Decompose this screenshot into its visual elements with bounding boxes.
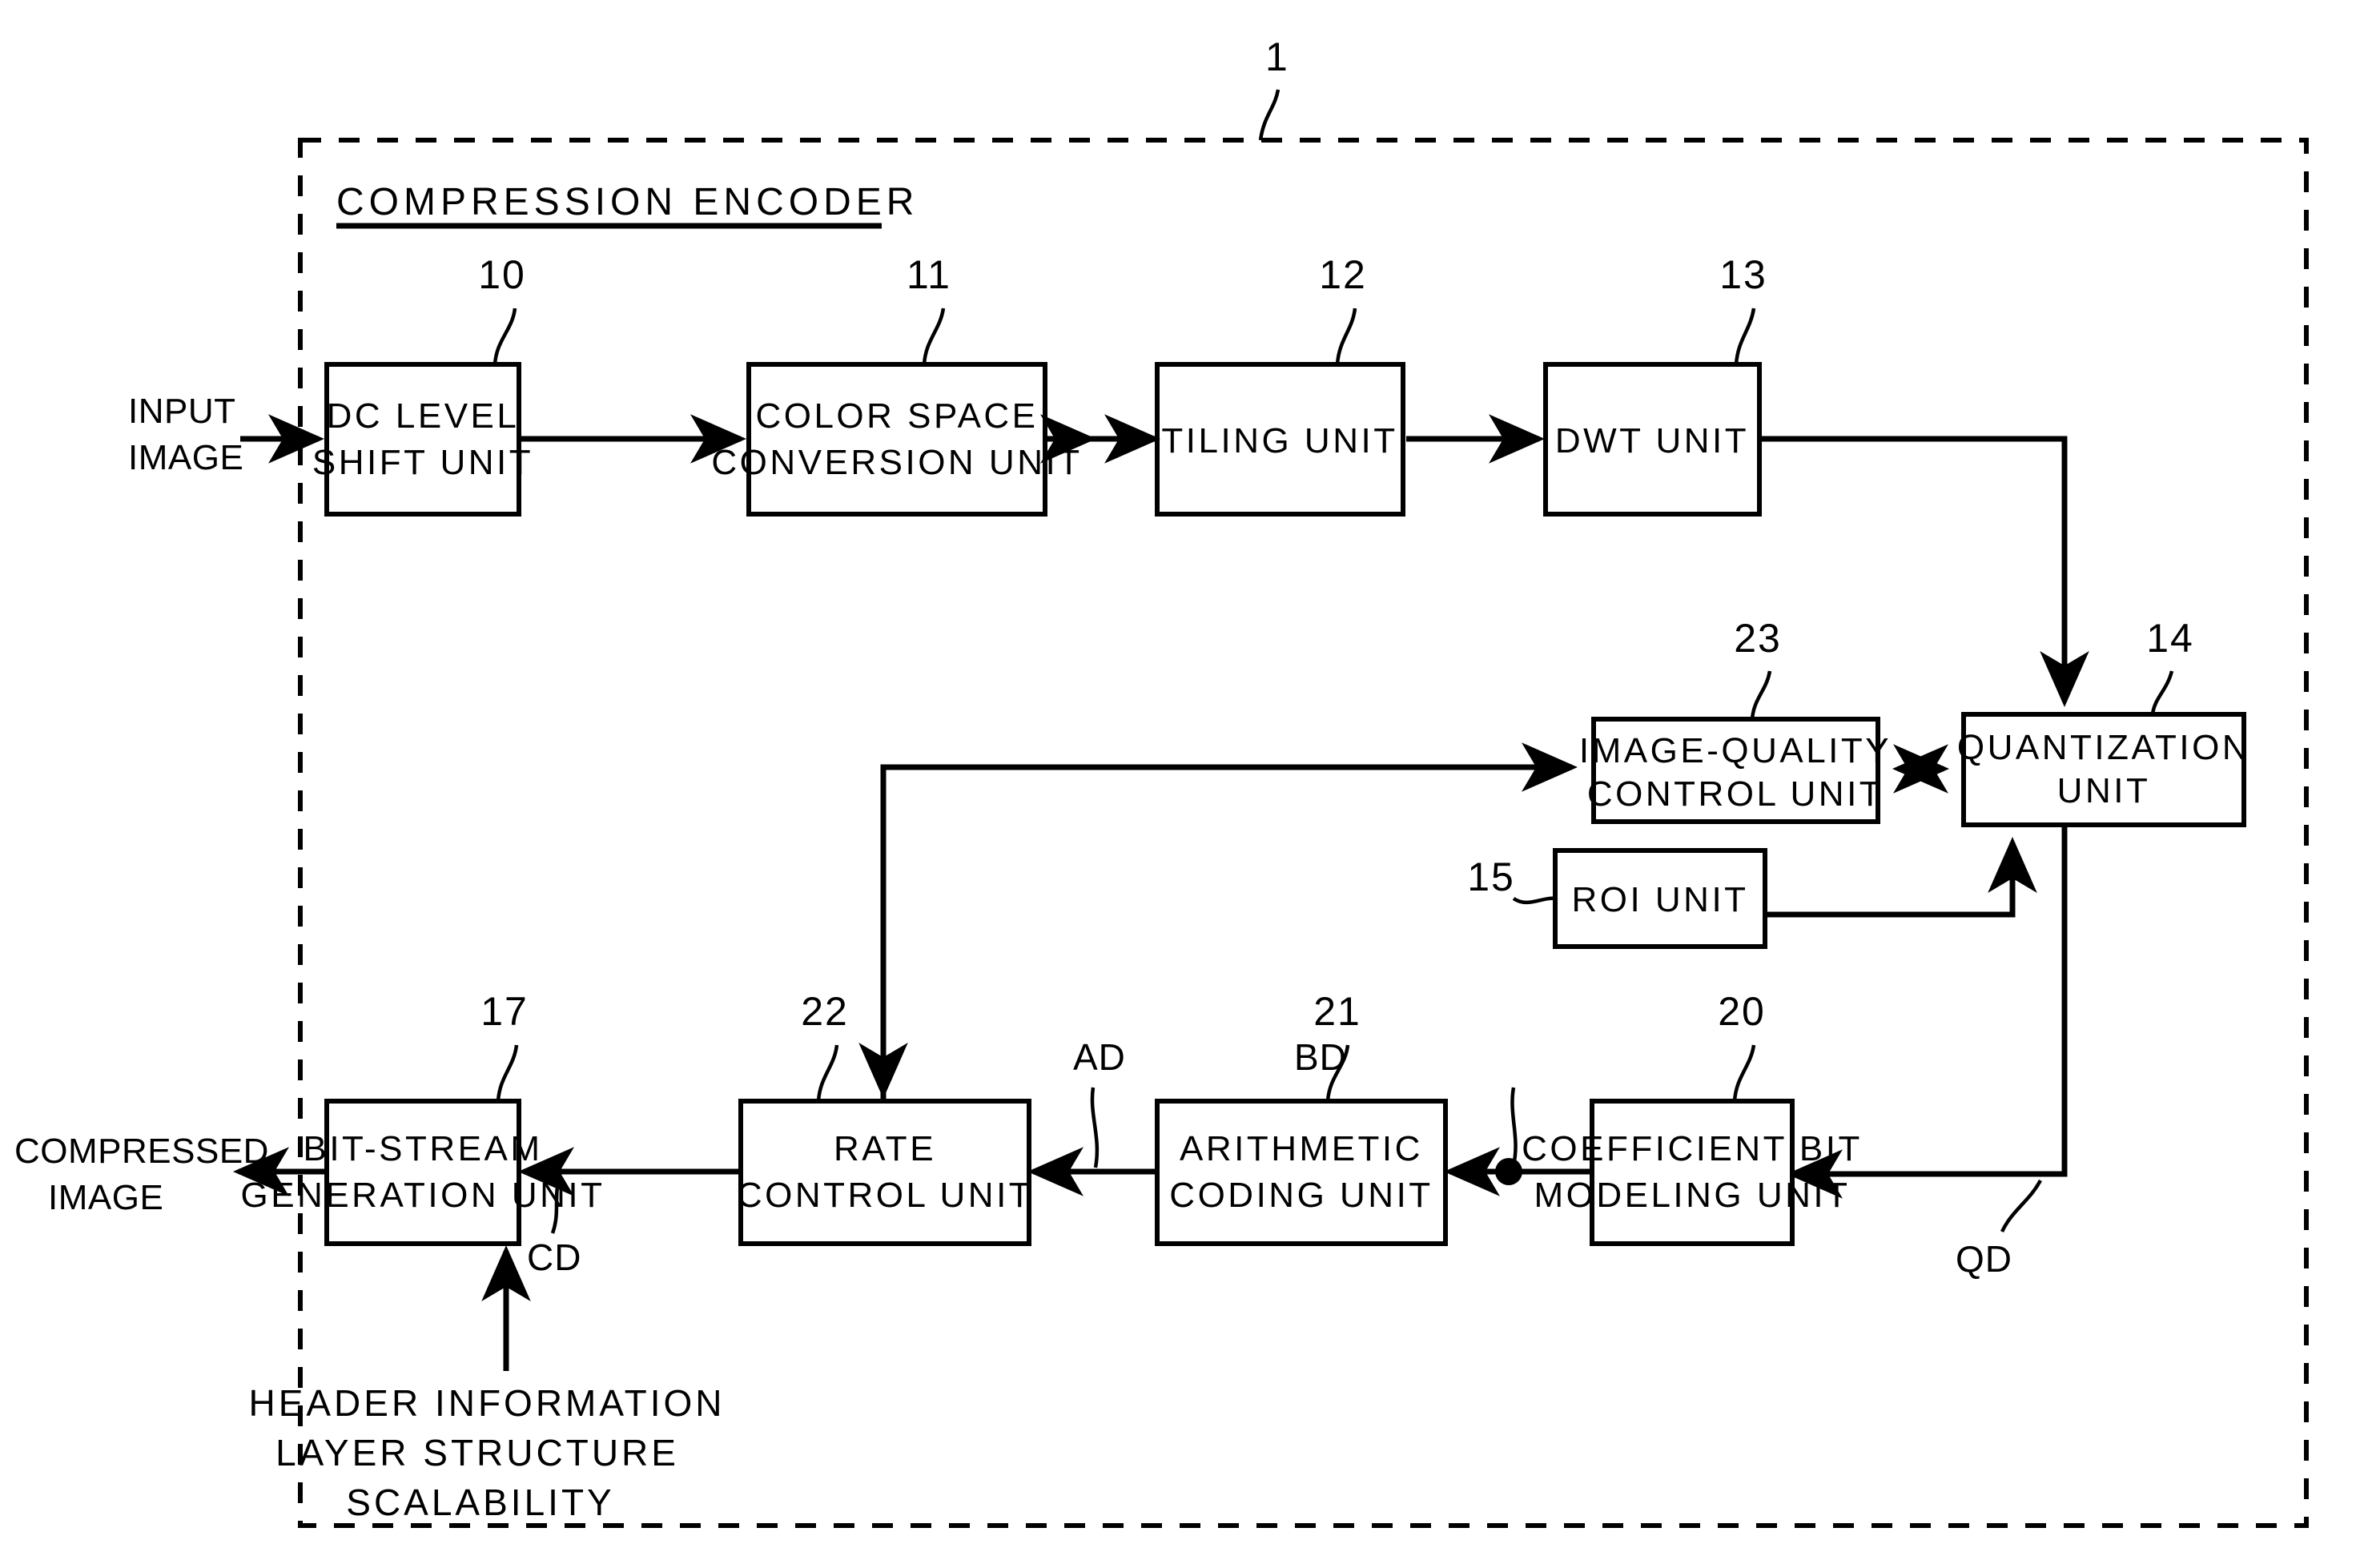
ref-number-23: 23 [1734,616,1782,661]
block-arithmetic-coding-unit [1155,1099,1448,1246]
ref-leader-13 [1734,308,1756,365]
note-scalability: SCALABILITY [346,1482,614,1523]
block-bit-stream-generation-unit-line2: GENERATION UNIT [240,1176,605,1215]
wire-dwt-to-quantization [1759,436,2089,707]
ref-leader-11 [922,308,946,365]
ref-leader-12 [1335,308,1357,365]
ref-number-1: 1 [1265,34,1289,79]
block-dc-level-shift-unit-line2: SHIFT UNIT [312,443,533,482]
leader-bd [1510,1087,1518,1166]
ref-number-10: 10 [478,252,526,297]
block-tiling-unit-line1: TILING UNIT [1161,421,1397,460]
ref-number-21: 21 [1313,989,1361,1034]
ref-leader-23 [1750,670,1772,720]
block-rate-control-unit [738,1099,1031,1246]
ref-number-12: 12 [1319,252,1367,297]
ref-leader-15 [1512,896,1556,905]
block-color-space-conversion-unit-line1: COLOR SPACE [755,396,1038,436]
block-dc-level-shift-unit [324,362,521,517]
block-color-space-conversion-unit [746,362,1047,517]
block-coefficient-bit-modeling-unit-line2: MODELING UNIT [1534,1176,1850,1215]
note-header-information: HEADER INFORMATION [248,1382,725,1424]
block-rate-control-unit-line1: RATE [834,1129,936,1168]
block-bit-stream-generation-unit-line1: BIT-STREAM [303,1129,542,1168]
block-image-quality-control-unit-line2: CONTROL UNIT [1587,774,1884,814]
signal-label-qd: QD [1956,1238,2012,1280]
compression-encoder-boundary [298,138,2309,1528]
ref-number-20: 20 [1718,989,1766,1034]
output-image-label-line1: COMPRESSED [14,1132,269,1171]
block-image-quality-control-unit-line1: IMAGE-QUALITY [1579,731,1892,770]
wire-rate-control-to-image-quality [880,742,1578,1099]
ref-number-14: 14 [2146,616,2194,661]
compression-encoder-block-diagram: 1 COMPRESSION ENCODER INPUT IMAGE DC LEV… [14,34,2309,1528]
ref-leader-10 [493,308,517,365]
leader-ad [1090,1087,1100,1168]
ref-number-13: 13 [1719,252,1767,297]
block-coefficient-bit-modeling-unit [1590,1099,1795,1246]
block-rate-control-unit-line2: CONTROL UNIT [737,1176,1033,1215]
signal-label-cd: CD [527,1236,581,1278]
wire-quantization-to-coefficient-bit-modeling [1787,825,2068,1199]
input-image-label-line2: IMAGE [128,438,243,477]
leader-qd [2000,1179,2042,1232]
block-dc-level-shift-unit-line1: DC LEVEL [327,396,520,436]
block-bit-stream-generation-unit [324,1099,521,1246]
ref-number-17: 17 [480,989,529,1034]
signal-label-ad: AD [1073,1036,1126,1078]
ref-number-22: 22 [801,989,849,1034]
block-dwt-unit-line1: DWT UNIT [1555,421,1749,460]
ref-number-15: 15 [1467,854,1515,899]
container-title: COMPRESSION ENCODER [336,181,919,223]
junction-dot-bd [1495,1158,1522,1185]
ref-number-11: 11 [907,252,951,297]
input-image-label-line1: INPUT [128,392,236,431]
ref-leader-14 [2150,670,2174,715]
block-color-space-conversion-unit-line2: CONVERSION UNIT [711,443,1082,482]
block-arithmetic-coding-unit-line2: CODING UNIT [1169,1176,1433,1215]
signal-label-bd: BD [1294,1036,1347,1078]
ref-leader-20 [1732,1044,1756,1102]
output-image-label-line2: IMAGE [48,1178,163,1217]
ref-leader-22 [816,1044,839,1102]
block-quantization-unit-line2: UNIT [2057,771,2151,810]
block-coefficient-bit-modeling-unit-line1: COEFFICIENT BIT [1522,1129,1863,1168]
block-arithmetic-coding-unit-line1: ARITHMETIC [1180,1129,1423,1168]
note-layer-structure: LAYER STRUCTURE [275,1432,679,1474]
wire-roi-to-quantization [1765,837,2037,918]
block-roi-unit-line1: ROI UNIT [1571,880,1748,919]
ref-leader-1 [1258,89,1281,141]
block-quantization-unit-line1: QUANTIZATION [1957,728,2250,767]
patent-figure-page: 1 COMPRESSION ENCODER INPUT IMAGE DC LEV… [0,0,2356,1568]
ref-leader-17 [496,1044,519,1102]
